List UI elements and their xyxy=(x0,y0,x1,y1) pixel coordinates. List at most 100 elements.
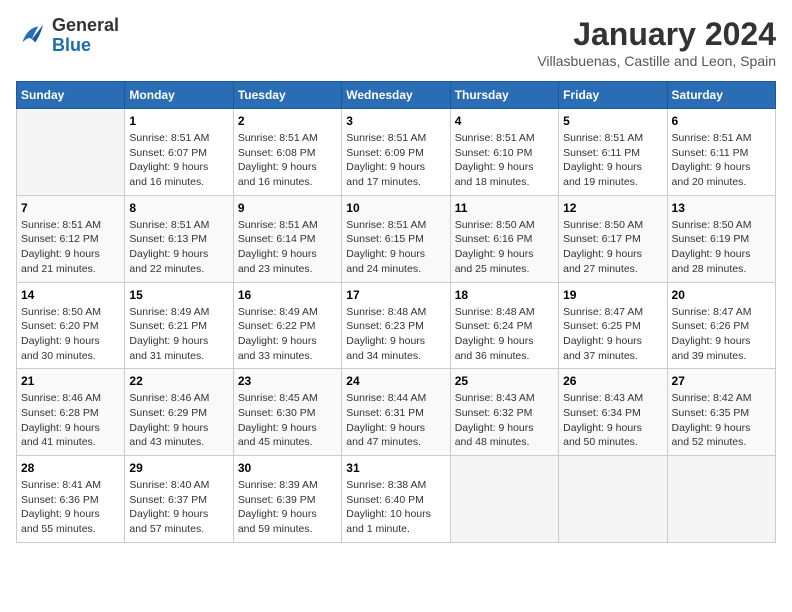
day-number: 3 xyxy=(346,114,445,128)
day-info: Sunrise: 8:51 AMSunset: 6:14 PMDaylight:… xyxy=(238,218,337,277)
weekday-header-row: SundayMondayTuesdayWednesdayThursdayFrid… xyxy=(17,82,776,109)
day-number: 25 xyxy=(455,374,554,388)
day-number: 31 xyxy=(346,461,445,475)
day-info: Sunrise: 8:51 AMSunset: 6:13 PMDaylight:… xyxy=(129,218,228,277)
calendar-day-cell xyxy=(559,456,667,543)
calendar-day-cell: 28 Sunrise: 8:41 AMSunset: 6:36 PMDayligh… xyxy=(17,456,125,543)
calendar-day-cell: 11 Sunrise: 8:50 AMSunset: 6:16 PMDayligh… xyxy=(450,195,558,282)
calendar-day-cell: 24 Sunrise: 8:44 AMSunset: 6:31 PMDayligh… xyxy=(342,369,450,456)
location-title: Villasbuenas, Castille and Leon, Spain xyxy=(537,53,776,69)
calendar-day-cell: 10Sunrise: 8:51 AMSunset: 6:15 PMDayligh… xyxy=(342,195,450,282)
calendar-day-cell: 29Sunrise: 8:40 AMSunset: 6:37 PMDayligh… xyxy=(125,456,233,543)
day-info: Sunrise: 8:46 AMSunset: 6:28 PMDaylight:… xyxy=(21,391,120,450)
calendar-week-row: 21 Sunrise: 8:46 AMSunset: 6:28 PMDayligh… xyxy=(17,369,776,456)
day-number: 24 xyxy=(346,374,445,388)
calendar-day-cell xyxy=(667,456,775,543)
day-number: 23 xyxy=(238,374,337,388)
day-number: 14 xyxy=(21,288,120,302)
day-number: 11 xyxy=(455,201,554,215)
calendar-day-cell: 23 Sunrise: 8:45 AMSunset: 6:30 PMDayligh… xyxy=(233,369,341,456)
calendar-day-cell: 20 Sunrise: 8:47 AMSunset: 6:26 PMDayligh… xyxy=(667,282,775,369)
day-number: 13 xyxy=(672,201,771,215)
weekday-header-sunday: Sunday xyxy=(17,82,125,109)
day-info: Sunrise: 8:47 AMSunset: 6:26 PMDaylight:… xyxy=(672,305,771,364)
day-info: Sunrise: 8:43 AMSunset: 6:34 PMDaylight:… xyxy=(563,391,662,450)
day-info: Sunrise: 8:48 AMSunset: 6:24 PMDaylight:… xyxy=(455,305,554,364)
day-number: 9 xyxy=(238,201,337,215)
day-number: 27 xyxy=(672,374,771,388)
calendar-week-row: 1Sunrise: 8:51 AMSunset: 6:07 PMDaylight… xyxy=(17,109,776,196)
calendar-day-cell: 4 Sunrise: 8:51 AMSunset: 6:10 PMDaylight… xyxy=(450,109,558,196)
day-number: 26 xyxy=(563,374,662,388)
day-info: Sunrise: 8:45 AMSunset: 6:30 PMDaylight:… xyxy=(238,391,337,450)
calendar-day-cell: 1Sunrise: 8:51 AMSunset: 6:07 PMDaylight… xyxy=(125,109,233,196)
calendar-day-cell: 3Sunrise: 8:51 AMSunset: 6:09 PMDaylight… xyxy=(342,109,450,196)
calendar-day-cell: 31Sunrise: 8:38 AMSunset: 6:40 PMDayligh… xyxy=(342,456,450,543)
weekday-header-thursday: Thursday xyxy=(450,82,558,109)
day-info: Sunrise: 8:44 AMSunset: 6:31 PMDaylight:… xyxy=(346,391,445,450)
day-info: Sunrise: 8:51 AMSunset: 6:11 PMDaylight:… xyxy=(672,131,771,190)
day-number: 19 xyxy=(563,288,662,302)
day-info: Sunrise: 8:51 AMSunset: 6:10 PMDaylight:… xyxy=(455,131,554,190)
calendar-day-cell: 16Sunrise: 8:49 AMSunset: 6:22 PMDayligh… xyxy=(233,282,341,369)
day-number: 8 xyxy=(129,201,228,215)
day-number: 10 xyxy=(346,201,445,215)
logo: General Blue xyxy=(16,16,119,56)
day-number: 29 xyxy=(129,461,228,475)
logo-icon xyxy=(16,20,48,52)
day-info: Sunrise: 8:42 AMSunset: 6:35 PMDaylight:… xyxy=(672,391,771,450)
calendar-table: SundayMondayTuesdayWednesdayThursdayFrid… xyxy=(16,81,776,543)
day-info: Sunrise: 8:41 AMSunset: 6:36 PMDaylight:… xyxy=(21,478,120,537)
calendar-day-cell xyxy=(17,109,125,196)
day-number: 4 xyxy=(455,114,554,128)
calendar-day-cell: 26 Sunrise: 8:43 AMSunset: 6:34 PMDayligh… xyxy=(559,369,667,456)
day-info: Sunrise: 8:39 AMSunset: 6:39 PMDaylight:… xyxy=(238,478,337,537)
day-number: 7 xyxy=(21,201,120,215)
calendar-day-cell: 15 Sunrise: 8:49 AMSunset: 6:21 PMDayligh… xyxy=(125,282,233,369)
calendar-day-cell: 25 Sunrise: 8:43 AMSunset: 6:32 PMDayligh… xyxy=(450,369,558,456)
day-number: 15 xyxy=(129,288,228,302)
day-info: Sunrise: 8:50 AMSunset: 6:19 PMDaylight:… xyxy=(672,218,771,277)
day-info: Sunrise: 8:51 AMSunset: 6:11 PMDaylight:… xyxy=(563,131,662,190)
calendar-day-cell: 17 Sunrise: 8:48 AMSunset: 6:23 PMDayligh… xyxy=(342,282,450,369)
day-number: 20 xyxy=(672,288,771,302)
weekday-header-monday: Monday xyxy=(125,82,233,109)
day-number: 6 xyxy=(672,114,771,128)
day-info: Sunrise: 8:51 AMSunset: 6:08 PMDaylight:… xyxy=(238,131,337,190)
day-info: Sunrise: 8:43 AMSunset: 6:32 PMDaylight:… xyxy=(455,391,554,450)
day-number: 21 xyxy=(21,374,120,388)
day-number: 16 xyxy=(238,288,337,302)
calendar-day-cell: 19Sunrise: 8:47 AMSunset: 6:25 PMDayligh… xyxy=(559,282,667,369)
day-number: 18 xyxy=(455,288,554,302)
title-block: January 2024 Villasbuenas, Castille and … xyxy=(537,16,776,69)
calendar-header: SundayMondayTuesdayWednesdayThursdayFrid… xyxy=(17,82,776,109)
calendar-week-row: 14Sunrise: 8:50 AMSunset: 6:20 PMDayligh… xyxy=(17,282,776,369)
day-number: 28 xyxy=(21,461,120,475)
weekday-header-saturday: Saturday xyxy=(667,82,775,109)
calendar-body: 1Sunrise: 8:51 AMSunset: 6:07 PMDaylight… xyxy=(17,109,776,543)
calendar-day-cell: 30 Sunrise: 8:39 AMSunset: 6:39 PMDayligh… xyxy=(233,456,341,543)
calendar-day-cell: 6 Sunrise: 8:51 AMSunset: 6:11 PMDaylight… xyxy=(667,109,775,196)
page-header: General Blue January 2024 Villasbuenas, … xyxy=(16,16,776,69)
month-title: January 2024 xyxy=(537,16,776,53)
day-info: Sunrise: 8:50 AMSunset: 6:16 PMDaylight:… xyxy=(455,218,554,277)
day-number: 5 xyxy=(563,114,662,128)
day-number: 2 xyxy=(238,114,337,128)
day-info: Sunrise: 8:51 AMSunset: 6:07 PMDaylight:… xyxy=(129,131,228,190)
logo-text: General Blue xyxy=(52,16,119,56)
calendar-day-cell: 12Sunrise: 8:50 AMSunset: 6:17 PMDayligh… xyxy=(559,195,667,282)
day-info: Sunrise: 8:51 AMSunset: 6:12 PMDaylight:… xyxy=(21,218,120,277)
calendar-week-row: 28 Sunrise: 8:41 AMSunset: 6:36 PMDayligh… xyxy=(17,456,776,543)
weekday-header-friday: Friday xyxy=(559,82,667,109)
calendar-day-cell xyxy=(450,456,558,543)
calendar-week-row: 7 Sunrise: 8:51 AMSunset: 6:12 PMDaylight… xyxy=(17,195,776,282)
day-number: 22 xyxy=(129,374,228,388)
weekday-header-tuesday: Tuesday xyxy=(233,82,341,109)
day-info: Sunrise: 8:48 AMSunset: 6:23 PMDaylight:… xyxy=(346,305,445,364)
day-number: 17 xyxy=(346,288,445,302)
calendar-day-cell: 22Sunrise: 8:46 AMSunset: 6:29 PMDayligh… xyxy=(125,369,233,456)
weekday-header-wednesday: Wednesday xyxy=(342,82,450,109)
day-number: 30 xyxy=(238,461,337,475)
day-info: Sunrise: 8:49 AMSunset: 6:21 PMDaylight:… xyxy=(129,305,228,364)
day-info: Sunrise: 8:50 AMSunset: 6:17 PMDaylight:… xyxy=(563,218,662,277)
